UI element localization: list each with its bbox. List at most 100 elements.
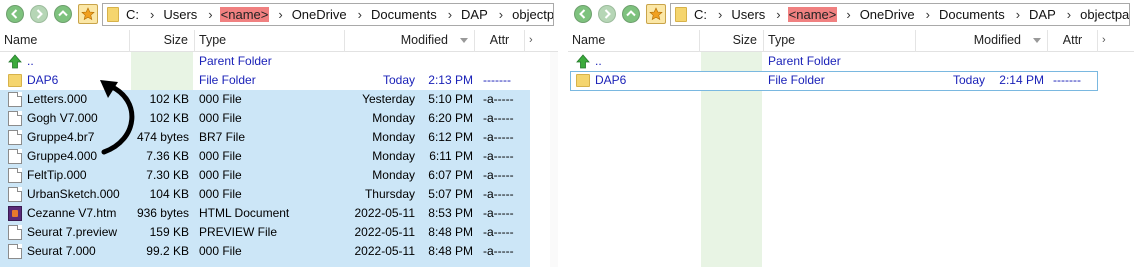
file-name: Seurat 7.000 — [27, 244, 96, 258]
file-icon — [8, 244, 22, 259]
file-modified-date — [345, 52, 415, 71]
sort-descending-icon — [1033, 38, 1041, 43]
file-modified-time: 6:20 PM — [428, 111, 473, 125]
column-size-header[interactable]: Size — [700, 30, 764, 52]
breadcrumb-segment[interactable]: › DAP — [439, 7, 490, 22]
file-name: DAP6 — [595, 73, 627, 87]
breadcrumb-segment[interactable]: › OneDrive — [837, 7, 916, 22]
favorites-button[interactable] — [646, 4, 666, 24]
file-name: Cezanne V7.htm — [27, 206, 117, 220]
breadcrumb-segment[interactable]: › Documents — [349, 7, 439, 22]
breadcrumb-chevron-icon[interactable]: › — [917, 7, 937, 22]
breadcrumb-label: DAP — [1029, 7, 1056, 22]
breadcrumb-segment[interactable]: › <name> — [199, 7, 270, 22]
left-toolbar: C: › Users › <name> › OneDrive › Documents › DAP › o… — [0, 0, 558, 30]
file-modified-date: Thursday — [364, 187, 415, 201]
address-folder-icon — [675, 7, 687, 22]
breadcrumb-segment[interactable]: ›objectpacks — [490, 7, 553, 22]
breadcrumb-label: DAP — [461, 7, 488, 22]
column-name-header[interactable]: Name — [0, 30, 130, 52]
file-attributes: ------- — [1053, 73, 1081, 87]
parent-folder-row[interactable]: .. Parent Folder — [0, 52, 530, 71]
column-attr-header[interactable]: Attr — [1048, 30, 1098, 52]
right-address-bar[interactable]: C: › Users › <name> › OneDrive › Documents › DAP › o… — [670, 3, 1130, 26]
breadcrumb-chevron-icon[interactable]: › — [1058, 7, 1078, 22]
address-folder-icon — [107, 7, 119, 22]
column-more-chevron-icon[interactable]: › — [1098, 30, 1134, 52]
file-icon — [8, 168, 22, 183]
breadcrumb-chevron-icon[interactable]: › — [349, 7, 369, 22]
column-more-chevron-icon[interactable]: › — [525, 30, 558, 52]
right-file-pane: C: › Users › <name> › OneDrive › Documents › DAP › o… — [568, 0, 1134, 267]
file-size: 936 bytes — [136, 206, 189, 220]
file-modified-time: 8:48 PM — [428, 244, 473, 258]
curved-arrow-annotation — [100, 80, 135, 155]
back-arrow-icon — [579, 9, 586, 19]
left-scrollbar[interactable] — [550, 52, 558, 267]
column-attr-header[interactable]: Attr — [475, 30, 525, 52]
file-size — [700, 71, 758, 90]
file-icon — [8, 130, 22, 145]
breadcrumb-chevron-icon[interactable]: › — [767, 7, 787, 22]
up-button[interactable] — [622, 5, 640, 23]
file-row[interactable]: UrbanSketch.000 104 KB 000 File Thursday 5:0… — [0, 185, 530, 204]
file-attributes — [1053, 52, 1098, 71]
html-icon — [8, 206, 22, 221]
breadcrumb-label: Documents — [938, 7, 1005, 22]
back-button[interactable] — [6, 5, 24, 23]
column-modified-header[interactable]: Modified — [345, 30, 475, 52]
file-modified-date: Monday — [372, 168, 415, 182]
left-address-bar[interactable]: C: › Users › <name> › OneDrive › Documents › DAP › o… — [102, 3, 554, 26]
file-row[interactable]: Seurat 7.preview 159 KB PREVIEW File 2022-0… — [0, 223, 530, 242]
breadcrumb-chevron-icon[interactable]: › — [709, 7, 729, 22]
up-arrow-icon — [8, 54, 22, 69]
left-file-pane: C: › Users › <name> › OneDrive › Documents › DAP › o… — [0, 0, 558, 267]
column-size-header[interactable]: Size — [130, 30, 195, 52]
breadcrumb-chevron-icon[interactable]: › — [490, 7, 510, 22]
breadcrumb-segment[interactable]: › OneDrive — [269, 7, 348, 22]
file-modified-date: Yesterday — [362, 92, 415, 106]
file-type: File Folder — [768, 73, 825, 87]
file-row[interactable]: Cezanne V7.htm 936 bytes HTML Document 2022… — [0, 204, 530, 223]
file-modified-date: Monday — [372, 149, 415, 163]
file-type: 000 File — [199, 244, 242, 258]
up-button[interactable] — [54, 5, 72, 23]
breadcrumb-chevron-icon[interactable]: › — [837, 7, 857, 22]
folder-row[interactable]: DAP6 File Folder Today 2:14 PM ------- — [568, 71, 1098, 90]
breadcrumb-segment[interactable]: C: — [692, 7, 709, 22]
breadcrumb-chevron-icon[interactable]: › — [1007, 7, 1027, 22]
file-size: 104 KB — [149, 187, 189, 201]
file-type: Parent Folder — [768, 54, 841, 68]
file-size — [130, 52, 189, 71]
breadcrumb-segment[interactable]: › Documents — [917, 7, 1007, 22]
column-name-header[interactable]: Name — [568, 30, 700, 52]
column-type-header[interactable]: Type — [195, 30, 345, 52]
favorites-button[interactable] — [78, 4, 98, 24]
breadcrumb-chevron-icon[interactable]: › — [141, 7, 161, 22]
file-modified-date: 2022-05-11 — [354, 244, 416, 258]
breadcrumb-segment[interactable]: C: — [124, 7, 141, 22]
breadcrumb-label: C: — [126, 7, 139, 22]
back-button[interactable] — [574, 5, 592, 23]
forward-button[interactable] — [598, 5, 616, 23]
left-column-header: Name Size Type Modified Attr › — [0, 30, 558, 52]
file-type: 000 File — [199, 92, 242, 106]
right-toolbar: C: › Users › <name> › OneDrive › Documents › DAP › o… — [568, 0, 1134, 30]
file-row[interactable]: Seurat 7.000 99.2 KB 000 File 2022-05-11 8:4… — [0, 242, 530, 261]
breadcrumb-segment[interactable]: ›objectpacks — [1058, 7, 1129, 22]
breadcrumb-chevron-icon[interactable]: › — [439, 7, 459, 22]
file-modified-time: 8:53 PM — [428, 206, 473, 220]
file-modified-time — [989, 52, 1044, 71]
breadcrumb-chevron-icon[interactable]: › — [199, 7, 219, 22]
breadcrumb-segment[interactable]: › <name> — [767, 7, 838, 22]
breadcrumb-segment[interactable]: › Users — [709, 7, 767, 22]
breadcrumb-chevron-icon[interactable]: › — [269, 7, 289, 22]
file-attributes: -a----- — [483, 187, 514, 201]
parent-folder-row[interactable]: .. Parent Folder — [568, 52, 1098, 71]
forward-button[interactable] — [30, 5, 48, 23]
column-type-header[interactable]: Type — [764, 30, 916, 52]
breadcrumb-segment[interactable]: › Users — [141, 7, 199, 22]
breadcrumb-segment[interactable]: › DAP — [1007, 7, 1058, 22]
column-modified-header[interactable]: Modified — [916, 30, 1048, 52]
file-type: Parent Folder — [199, 54, 272, 68]
